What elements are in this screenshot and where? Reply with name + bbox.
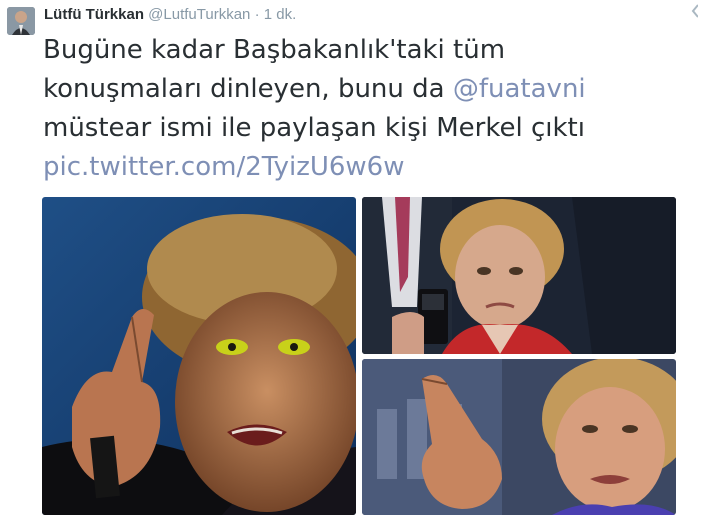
avatar[interactable] (7, 7, 35, 35)
tweet-text-line-3: müstear ismi ile paylaşan kişi Merkel çı… (43, 113, 585, 143)
photo-left[interactable] (42, 197, 356, 515)
partial-icon (690, 4, 699, 18)
header-separator: · (254, 6, 260, 23)
media-grid (42, 197, 676, 515)
tweet-timestamp[interactable]: 1 dk. (264, 6, 297, 23)
photo-top-right[interactable] (362, 197, 676, 354)
tweet-header: Lütfü Türkkan @LutfuTurkkan · 1 dk. (44, 6, 296, 24)
photo-bottom-right[interactable] (362, 359, 676, 515)
media-link[interactable]: pic.twitter.com/2TyizU6w6w (43, 148, 683, 187)
tweet: Lütfü Türkkan @LutfuTurkkan · 1 dk. Bugü… (0, 0, 703, 518)
author-fullname[interactable]: Lütfü Türkkan (44, 6, 144, 23)
tweet-text: Bugüne kadar Başbakanlık'taki tüm konuşm… (43, 31, 683, 187)
mention-link[interactable]: @fuatavni (453, 74, 586, 104)
tweet-text-line-1: Bugüne kadar Başbakanlık'taki tüm (43, 35, 506, 65)
author-screen-name[interactable]: @LutfuTurkkan (148, 6, 250, 23)
tweet-text-line-2: konuşmaları dinleyen, bunu da @fuatavni (43, 70, 683, 109)
tweet-text-line-2-prefix: konuşmaları dinleyen, bunu da (43, 74, 453, 104)
